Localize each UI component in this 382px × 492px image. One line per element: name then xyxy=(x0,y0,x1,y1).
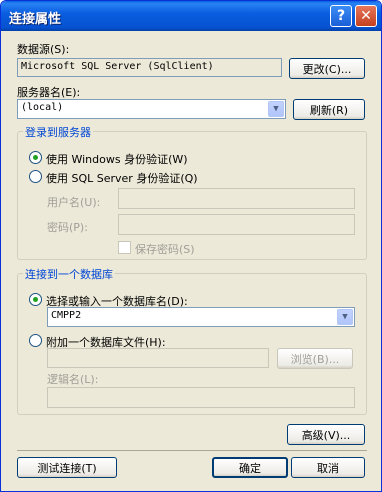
select-database-radio[interactable] xyxy=(29,293,42,306)
advanced-button[interactable]: 高级(V)... xyxy=(287,424,365,445)
server-name-label: 服务器名(E): xyxy=(17,86,81,99)
close-button[interactable]: ✕ xyxy=(355,5,377,27)
chevron-down-icon[interactable]: ▼ xyxy=(337,309,353,325)
database-name-combobox[interactable]: CMPP2 ▼ xyxy=(47,307,355,327)
sql-auth-radio[interactable] xyxy=(29,170,42,183)
attach-database-radio[interactable] xyxy=(29,334,42,347)
username-label: 用户名(U): xyxy=(47,196,101,209)
test-connection-button[interactable]: 测试连接(T) xyxy=(17,457,117,478)
ok-button[interactable]: 确定 xyxy=(212,457,288,478)
divider xyxy=(17,450,367,451)
save-password-checkbox[interactable] xyxy=(118,241,131,254)
connection-properties-dialog: 连接属性 ? ✕ 数据源(S): Microsoft SQL Server (S… xyxy=(0,0,382,492)
change-datasource-button[interactable]: 更改(C)... xyxy=(289,58,365,79)
cancel-button[interactable]: 取消 xyxy=(291,457,365,478)
database-group-title: 连接到一个数据库 xyxy=(23,266,115,282)
password-field[interactable] xyxy=(118,214,355,235)
datasource-field: Microsoft SQL Server (SqlClient) xyxy=(17,58,282,77)
logical-name-label: 逻辑名(L): xyxy=(47,373,99,386)
sql-auth-label[interactable]: 使用 SQL Server 身份验证(Q) xyxy=(46,170,198,186)
password-label: 密码(P): xyxy=(47,221,88,234)
chevron-down-icon[interactable]: ▼ xyxy=(268,101,284,117)
username-field[interactable] xyxy=(118,188,355,209)
login-group-title: 登录到服务器 xyxy=(23,124,93,140)
title-bar[interactable]: 连接属性 ? ✕ xyxy=(1,1,381,31)
attach-file-field[interactable] xyxy=(47,348,269,368)
browse-button[interactable]: 浏览(B)... xyxy=(277,348,353,369)
save-password-label[interactable]: 保存密码(S) xyxy=(135,241,195,257)
database-name-value: CMPP2 xyxy=(51,310,82,321)
close-icon: ✕ xyxy=(360,8,372,24)
help-icon: ? xyxy=(336,8,346,24)
logical-name-field[interactable] xyxy=(47,387,355,408)
server-name-value: (local) xyxy=(21,102,64,113)
windows-auth-label[interactable]: 使用 Windows 身份验证(W) xyxy=(46,151,188,167)
datasource-label: 数据源(S): xyxy=(17,43,70,56)
help-button[interactable]: ? xyxy=(330,5,352,27)
windows-auth-radio[interactable] xyxy=(29,151,42,164)
window-title: 连接属性 xyxy=(9,12,62,27)
server-name-combobox[interactable]: (local) ▼ xyxy=(17,99,286,119)
refresh-button[interactable]: 刷新(R) xyxy=(293,99,365,120)
